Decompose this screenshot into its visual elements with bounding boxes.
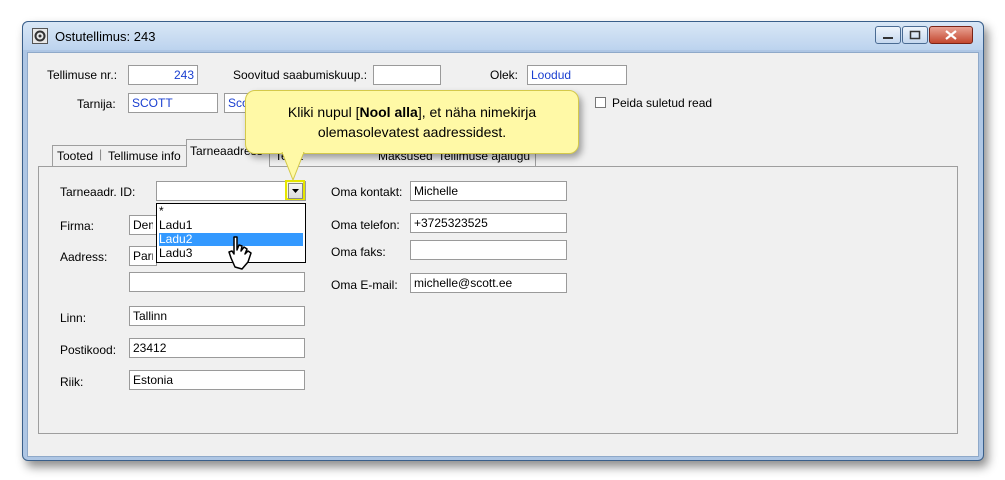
address-id-combo[interactable]: [156, 181, 306, 201]
callout-line-1: Kliki nupul [Nool alla], et näha nimekir…: [287, 104, 537, 120]
status-label: Olek:: [490, 68, 519, 82]
app-gear-icon: [32, 28, 48, 44]
window-title: Ostutellimus: 243: [55, 29, 156, 44]
order-no-field[interactable]: [128, 65, 198, 85]
address-label: Aadress:: [60, 250, 108, 264]
minimize-icon: [883, 37, 893, 39]
hand-cursor-icon: [228, 236, 252, 270]
title-bar: Ostutellimus: 243: [23, 22, 983, 50]
callout-line-2: olemasolevatest aadressidest.: [317, 124, 507, 140]
country-field[interactable]: [129, 370, 305, 390]
city-field[interactable]: [129, 306, 305, 326]
status-field[interactable]: [527, 65, 627, 85]
tutorial-callout: Kliki nupul [Nool alla], et näha nimekir…: [245, 90, 579, 154]
tab-separator: |: [99, 147, 103, 161]
country-label: Riik:: [60, 375, 84, 389]
dropdown-option[interactable]: *: [159, 205, 303, 218]
minimize-button[interactable]: [875, 26, 901, 44]
tab-tellimuse-info[interactable]: Tellimuse info: [108, 149, 181, 163]
company-field[interactable]: [129, 215, 157, 235]
hide-closed-checkbox[interactable]: [595, 97, 606, 108]
close-icon: [945, 30, 957, 40]
contact-field[interactable]: [410, 181, 567, 201]
email-label: Oma E-mail:: [331, 278, 398, 292]
company-label: Firma:: [60, 219, 94, 233]
callout-pointer: [281, 152, 305, 182]
postal-code-field[interactable]: [129, 338, 305, 358]
due-date-field[interactable]: [373, 65, 441, 85]
maximize-button[interactable]: [902, 26, 928, 44]
supplier-code-field[interactable]: [128, 93, 218, 113]
phone-label: Oma telefon:: [331, 218, 400, 232]
close-button[interactable]: [929, 26, 973, 44]
contact-label: Oma kontakt:: [331, 185, 403, 199]
email-field[interactable]: [410, 273, 567, 293]
order-no-label: Tellimuse nr.:: [47, 68, 118, 82]
dropdown-option[interactable]: Ladu1: [159, 219, 303, 232]
tab-tooted[interactable]: Tooted: [57, 149, 93, 163]
dropdown-arrow-button[interactable]: [288, 183, 303, 199]
maximize-icon: [909, 30, 921, 40]
address-field[interactable]: [129, 246, 157, 266]
chevron-down-icon: [292, 189, 299, 193]
address2-field[interactable]: [129, 272, 305, 292]
fax-label: Oma faks:: [331, 245, 386, 259]
hide-closed-label: Peida suletud read: [612, 96, 713, 110]
address-id-label: Tarneaadr. ID:: [60, 185, 136, 199]
supplier-label: Tarnija:: [77, 97, 116, 111]
postal-code-label: Postikood:: [60, 343, 117, 357]
city-label: Linn:: [60, 311, 87, 325]
phone-field[interactable]: [410, 213, 567, 233]
due-date-label: Soovitud saabumiskuup.:: [233, 68, 368, 82]
fax-field[interactable]: [410, 240, 567, 260]
